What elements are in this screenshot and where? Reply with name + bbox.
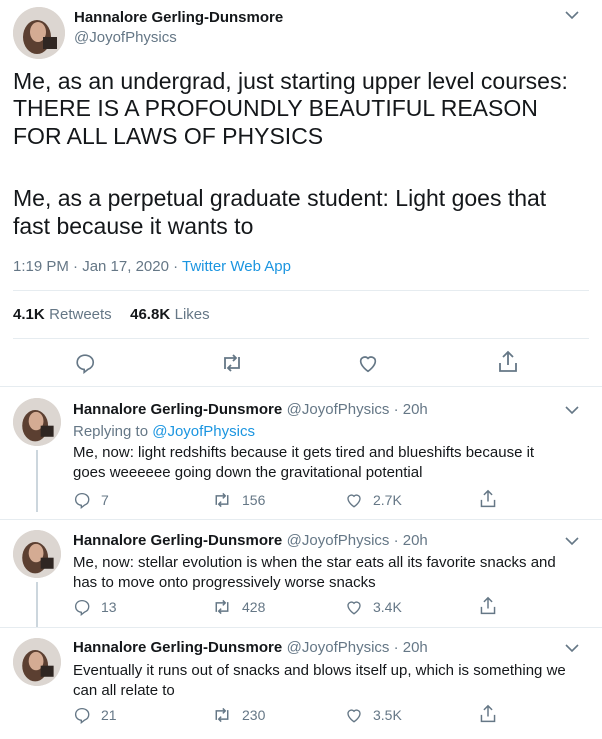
- reply-icon: [74, 707, 90, 724]
- tweet-time[interactable]: 1:19 PM · Jan 17, 2020 ·: [13, 258, 182, 275]
- reply-text-line: has to move onto progressively worse sna…: [73, 574, 376, 591]
- likes-label: Likes: [174, 306, 210, 323]
- chevron-down-icon[interactable]: [565, 405, 579, 415]
- divider: [13, 338, 589, 339]
- retweets-stat[interactable]: 4.1K Retweets: [13, 306, 112, 323]
- reply-icon: [74, 492, 90, 509]
- tweet-client[interactable]: Twitter Web App: [182, 258, 291, 275]
- like-icon: [347, 494, 361, 508]
- reply-text-line: Me, now: light redshifts because it gets…: [73, 444, 535, 461]
- reply-count: 21: [101, 707, 117, 723]
- author-name[interactable]: Hannalore Gerling-Dunsmore: [73, 401, 282, 418]
- like-icon: [347, 601, 361, 615]
- retweet-action[interactable]: 428: [212, 598, 265, 616]
- tweet-text-line: fast because it wants to: [13, 213, 254, 239]
- tweet-stats: 4.1K Retweets 46.8K Likes: [13, 306, 210, 324]
- replying-to: Replying to @JoyofPhysics: [73, 421, 255, 442]
- tweet-text-line: FOR ALL LAWS OF PHYSICS: [13, 123, 324, 149]
- author-name[interactable]: Hannalore Gerling-Dunsmore: [74, 9, 283, 26]
- author-name[interactable]: Hannalore Gerling-Dunsmore: [73, 639, 282, 656]
- like-count: 2.7K: [373, 492, 402, 508]
- reply-count: 7: [101, 492, 109, 508]
- retweet-icon: [215, 707, 229, 723]
- share-icon[interactable]: [479, 489, 497, 509]
- retweet-count: 230: [242, 707, 266, 723]
- avatar[interactable]: [13, 530, 61, 578]
- retweet-action[interactable]: 156: [212, 491, 265, 509]
- chevron-down-icon[interactable]: [565, 10, 579, 20]
- thread-line: [36, 450, 38, 512]
- avatar[interactable]: [13, 398, 61, 446]
- replying-handle[interactable]: @JoyofPhysics: [152, 423, 255, 440]
- divider: [0, 519, 602, 520]
- reply-action[interactable]: 21: [73, 706, 117, 724]
- thread-line: [36, 582, 38, 627]
- divider: [0, 386, 602, 387]
- like-action[interactable]: 3.4K: [345, 598, 402, 616]
- like-action[interactable]: 3.5K: [345, 706, 402, 724]
- retweets-count: 4.1K: [13, 306, 45, 323]
- like-count: 3.4K: [373, 599, 402, 615]
- retweet-icon: [215, 599, 229, 615]
- reply-header: Hannalore Gerling-Dunsmore @JoyofPhysics…: [73, 401, 428, 419]
- replying-prefix: Replying to: [73, 423, 153, 440]
- reply-count: 13: [101, 599, 117, 615]
- reply-action[interactable]: 13: [73, 598, 117, 616]
- divider: [0, 627, 602, 628]
- author-name[interactable]: Hannalore Gerling-Dunsmore: [73, 532, 282, 549]
- tweet-timestamp[interactable]: 1:19 PM · Jan 17, 2020 · Twitter Web App: [13, 258, 291, 275]
- like-count: 3.5K: [373, 707, 402, 723]
- retweet-icon: [215, 492, 229, 508]
- reply-action[interactable]: 7: [73, 491, 109, 509]
- divider: [13, 290, 589, 291]
- retweet-icon[interactable]: [220, 352, 244, 374]
- reply-text-line: Me, now: stellar evolution is when the s…: [73, 554, 556, 571]
- retweet-action[interactable]: 230: [212, 706, 265, 724]
- reply-text-line: can all relate to: [73, 682, 175, 699]
- like-action[interactable]: 2.7K: [345, 491, 402, 509]
- retweets-label: Retweets: [49, 306, 112, 323]
- reply-icon: [74, 599, 90, 616]
- likes-stat[interactable]: 46.8K Likes: [130, 306, 210, 323]
- share-icon[interactable]: [479, 596, 497, 616]
- chevron-down-icon[interactable]: [565, 536, 579, 546]
- avatar[interactable]: [13, 638, 61, 686]
- reply-icon[interactable]: [74, 352, 96, 374]
- handle-time[interactable]: @JoyofPhysics · 20h: [287, 401, 428, 418]
- retweet-count: 428: [242, 599, 266, 615]
- like-icon: [347, 709, 361, 723]
- reply-text-line: goes weeeeee going down the gravitationa…: [73, 464, 423, 481]
- handle-time[interactable]: @JoyofPhysics · 20h: [287, 639, 428, 656]
- reply-header: Hannalore Gerling-Dunsmore @JoyofPhysics…: [73, 532, 428, 550]
- likes-count: 46.8K: [130, 306, 171, 323]
- like-icon[interactable]: [357, 352, 379, 374]
- handle-time[interactable]: @JoyofPhysics · 20h: [287, 532, 428, 549]
- reply-text-line: Eventually it runs out of snacks and blo…: [73, 662, 566, 679]
- author-handle[interactable]: @JoyofPhysics: [74, 29, 177, 46]
- chevron-down-icon[interactable]: [565, 643, 579, 653]
- avatar[interactable]: [13, 7, 65, 59]
- share-icon[interactable]: [497, 350, 519, 374]
- reply-header: Hannalore Gerling-Dunsmore @JoyofPhysics…: [73, 639, 428, 657]
- share-icon[interactable]: [479, 704, 497, 724]
- retweet-count: 156: [242, 492, 266, 508]
